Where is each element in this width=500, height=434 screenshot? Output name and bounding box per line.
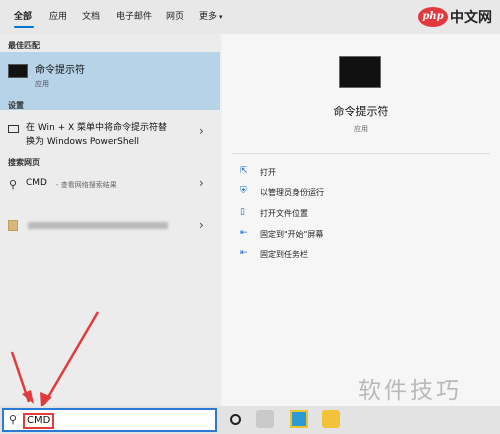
taskbar: ⚲ CMD <box>0 406 500 434</box>
taskbar-app-icon[interactable] <box>256 410 274 428</box>
task-view-icon[interactable] <box>230 414 241 425</box>
taskbar-search-box[interactable]: ⚲ CMD <box>2 408 217 432</box>
store-icon[interactable] <box>290 410 308 428</box>
search-input[interactable]: CMD <box>23 413 55 429</box>
file-explorer-icon[interactable] <box>322 410 340 428</box>
search-icon: ⚲ <box>9 413 18 426</box>
annotation-arrow-long <box>42 311 100 405</box>
annotation-arrows <box>10 311 100 408</box>
